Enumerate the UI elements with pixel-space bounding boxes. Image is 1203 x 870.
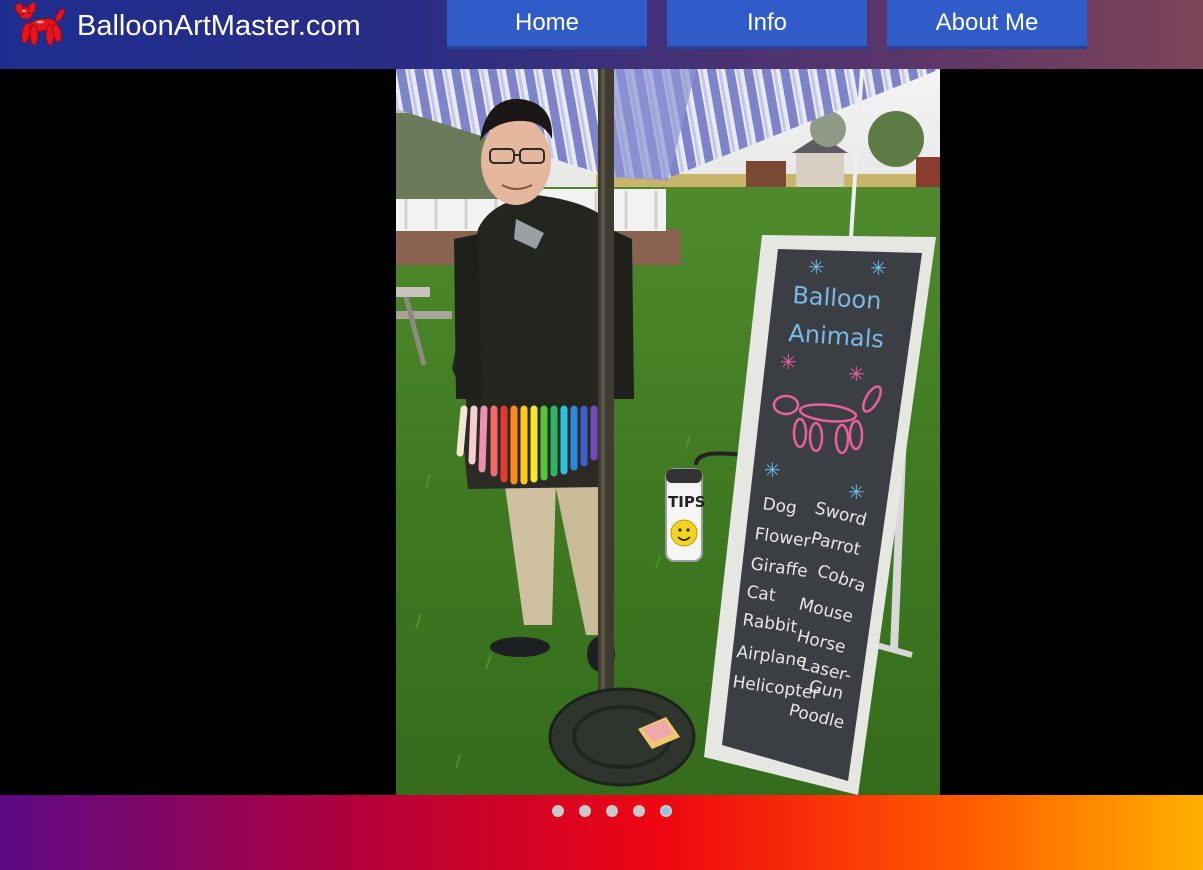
slide-dot-4[interactable] — [633, 805, 645, 817]
slide-dot-5[interactable] — [660, 805, 672, 817]
nav-info-button[interactable]: Info — [667, 0, 867, 49]
site-header: BalloonArtMaster.com Home Info About Me — [0, 0, 1203, 69]
svg-text:✳: ✳ — [848, 482, 865, 504]
svg-text:✳: ✳ — [780, 352, 797, 374]
slide-dot-2[interactable] — [579, 805, 591, 817]
slide-dot-1[interactable] — [552, 805, 564, 817]
slide-dot-3[interactable] — [606, 805, 618, 817]
svg-text:✳: ✳ — [870, 258, 887, 280]
site-title[interactable]: BalloonArtMaster.com — [77, 8, 361, 44]
tip-jar-label: TIPS — [668, 493, 706, 511]
slideshow-photo: TIPS Balloon Animals ✳ ✳ ✳ ✳ ✳ ✳ Dog Flo… — [396, 69, 940, 795]
balloon-dog-icon[interactable] — [12, 1, 68, 49]
nav-home-button[interactable]: Home — [447, 0, 647, 49]
site-footer — [0, 795, 1203, 870]
svg-text:✳: ✳ — [808, 257, 825, 279]
sign-item-cat: Cat — [745, 582, 777, 606]
svg-text:✳: ✳ — [764, 460, 781, 482]
nav-about-me-button[interactable]: About Me — [887, 0, 1087, 49]
svg-text:✳: ✳ — [848, 364, 865, 386]
